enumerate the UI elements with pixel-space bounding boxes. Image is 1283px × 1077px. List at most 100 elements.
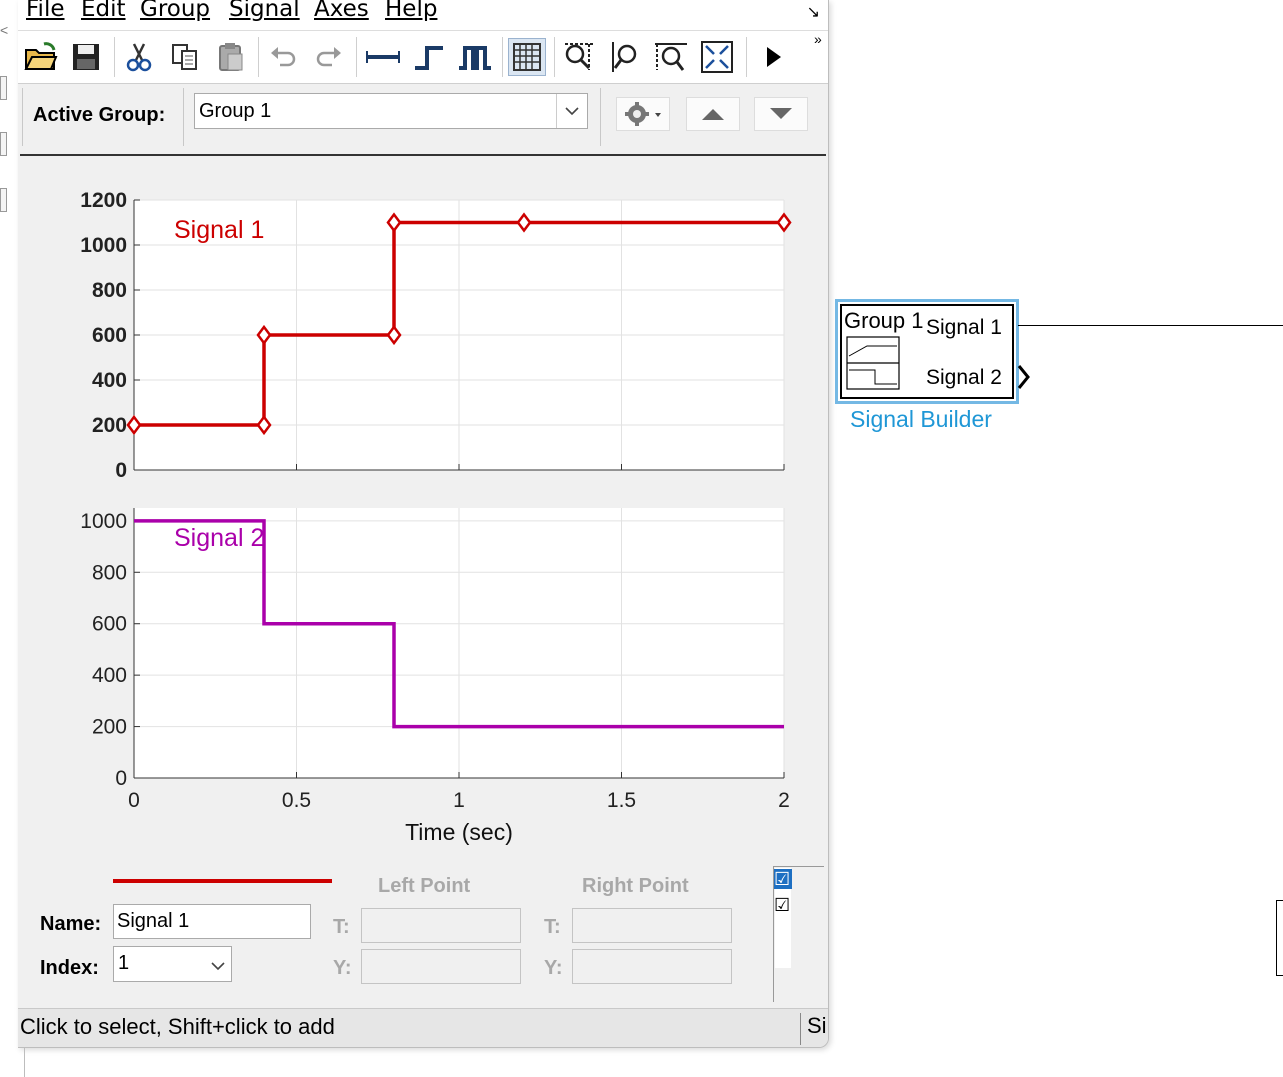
- active-group-value: Group 1: [199, 100, 272, 122]
- y-tick-label: 1000: [80, 234, 127, 257]
- toolbar: »: [18, 31, 828, 84]
- run-icon[interactable]: [754, 38, 792, 76]
- y-tick-label: 200: [92, 716, 127, 739]
- block-name-label[interactable]: Signal Builder: [850, 406, 992, 433]
- left-y-label: Y:: [333, 957, 352, 979]
- toolbar-overflow-icon[interactable]: »: [814, 31, 822, 47]
- y-tick-label: 0: [115, 459, 127, 482]
- toolbar-separator: [356, 37, 357, 77]
- undo-icon[interactable]: [264, 38, 302, 76]
- x-tick-label: 0: [128, 789, 140, 812]
- menu-group[interactable]: Group: [140, 0, 210, 22]
- signal-builder-window: File Edit Group Signal Axes Help ↘ » Act…: [18, 0, 829, 1048]
- edge-button[interactable]: [0, 188, 7, 212]
- pulse-signal-icon[interactable]: [456, 38, 494, 76]
- redo-icon[interactable]: [310, 38, 348, 76]
- separator: [600, 88, 601, 146]
- copy-icon[interactable]: [166, 38, 204, 76]
- menu-help[interactable]: Help: [385, 0, 437, 22]
- series-label: Signal 1: [174, 216, 264, 244]
- block-group-label: Group 1: [844, 308, 924, 333]
- toolbar-separator: [746, 37, 747, 77]
- step-signal-icon[interactable]: [410, 38, 448, 76]
- chevron-left-icon: <: [0, 22, 9, 38]
- left-point-heading: Left Point: [378, 875, 471, 897]
- chevron-down-icon[interactable]: [211, 958, 225, 976]
- cut-icon[interactable]: [120, 38, 158, 76]
- right-point-t-field[interactable]: [572, 908, 732, 943]
- signal-name-input[interactable]: Signal 1: [113, 904, 311, 939]
- menu-bar: File Edit Group Signal Axes Help ↘: [18, 0, 828, 31]
- signal-properties-panel: Left Point Right Point Name: Signal 1 T:…: [18, 862, 828, 1006]
- edge-button[interactable]: [0, 132, 7, 156]
- signal-builder-glyph-icon: [846, 336, 900, 390]
- grid-icon[interactable]: [508, 38, 546, 76]
- y-tick-label: 600: [92, 324, 127, 347]
- chevron-down-icon[interactable]: [556, 94, 587, 128]
- active-group-label: Active Group:: [33, 104, 166, 126]
- undock-icon[interactable]: ↘: [807, 2, 820, 22]
- signal-builder-block[interactable]: Group 1 Signal 1 Signal 2: [835, 299, 1019, 404]
- menu-file[interactable]: File: [26, 0, 65, 22]
- signal-line-sample[interactable]: [113, 879, 332, 883]
- menu-signal[interactable]: Signal: [229, 0, 300, 22]
- paste-icon[interactable]: [212, 38, 250, 76]
- right-point-y-field[interactable]: [572, 949, 732, 984]
- toolbar-separator: [554, 37, 555, 77]
- active-group-label-box: Active Group:: [22, 88, 184, 146]
- background-app-edge: <: [0, 0, 18, 1077]
- active-group-select[interactable]: Group 1: [194, 93, 588, 129]
- menu-axes[interactable]: Axes: [314, 0, 369, 22]
- open-folder-icon[interactable]: [22, 38, 60, 76]
- gear-icon[interactable]: [616, 97, 670, 131]
- x-tick-label: 0.5: [282, 789, 311, 812]
- signal-list[interactable]: ☑ ☑: [773, 866, 824, 1002]
- adjacent-block-edge[interactable]: [1276, 900, 1283, 976]
- y-tick-label: 1000: [80, 510, 127, 533]
- status-text: Click to select, Shift+click to add: [20, 1014, 335, 1039]
- move-group-up-icon[interactable]: [686, 97, 740, 131]
- zoom-x-icon[interactable]: [652, 38, 690, 76]
- x-tick-label: 1.5: [607, 789, 636, 812]
- series-label: Signal 2: [174, 524, 264, 552]
- signal-index-select[interactable]: 1: [113, 946, 232, 982]
- left-t-label: T:: [333, 916, 350, 938]
- zoom-y-icon[interactable]: [606, 38, 644, 76]
- y-tick-label: 200: [92, 414, 127, 437]
- x-tick-label: 1: [453, 789, 465, 812]
- block-port-signal-2: Signal 2: [926, 366, 1002, 389]
- y-tick-label: 600: [92, 613, 127, 636]
- signal-2-checkbox[interactable]: ☑: [774, 895, 792, 915]
- y-tick-label: 0: [115, 767, 127, 790]
- block-port-signal-1: Signal 1: [926, 316, 1002, 339]
- separator: [24, 1047, 25, 1077]
- active-group-bar: Active Group: Group 1: [18, 84, 828, 150]
- output-port-arrow-icon[interactable]: [1017, 364, 1031, 390]
- y-tick-label: 400: [92, 664, 127, 687]
- save-icon[interactable]: [67, 38, 105, 76]
- zoom-xy-icon[interactable]: [560, 38, 598, 76]
- right-point-heading: Right Point: [582, 875, 689, 897]
- x-tick-label: 2: [778, 789, 790, 812]
- y-tick-label: 400: [92, 369, 127, 392]
- left-point-y-field[interactable]: [361, 949, 521, 984]
- block-frame: Group 1 Signal 1 Signal 2: [840, 304, 1014, 399]
- edge-button[interactable]: [0, 76, 7, 100]
- signal-plots[interactable]: 0 200 400 600 800 1000 1200 Signal 1 0 200 400 600 8…: [20, 156, 826, 862]
- status-bar: Click to select, Shift+click to add Si: [18, 1008, 828, 1047]
- signal-connection-line[interactable]: [1018, 325, 1283, 326]
- toolbar-separator: [258, 37, 259, 77]
- zoom-fit-icon[interactable]: [698, 38, 736, 76]
- move-group-down-icon[interactable]: [754, 97, 808, 131]
- signal-name-value: Signal 1: [117, 910, 190, 932]
- right-y-label: Y:: [544, 957, 563, 979]
- constant-signal-icon[interactable]: [364, 38, 402, 76]
- menu-edit[interactable]: Edit: [81, 0, 126, 22]
- y-tick-label: 800: [92, 561, 127, 584]
- right-t-label: T:: [544, 916, 561, 938]
- x-axis-label: Time (sec): [405, 819, 513, 845]
- left-point-t-field[interactable]: [361, 908, 521, 943]
- signal-1-checkbox[interactable]: ☑: [774, 869, 792, 889]
- toolbar-separator: [502, 37, 503, 77]
- signal-axes-panel: 0 200 400 600 800 1000 1200 Signal 1 0 200 400 600 8…: [20, 154, 826, 864]
